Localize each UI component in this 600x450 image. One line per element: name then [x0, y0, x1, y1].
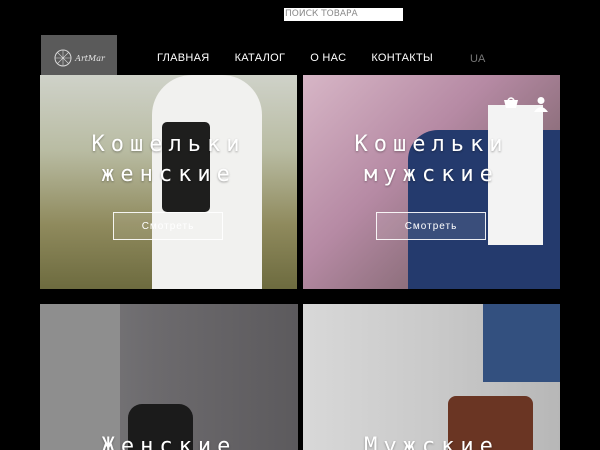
user-icon[interactable] [532, 95, 550, 113]
tile-title: Кошельки мужские [303, 130, 560, 190]
tile-title-line2: женские [101, 162, 236, 187]
tile-title-line1: Женские [101, 434, 237, 450]
main-nav: ГЛАВНАЯ КАТАЛОГ О НАС КОНТАКТЫ [157, 52, 433, 64]
view-button[interactable]: Смотреть [113, 212, 223, 240]
tile-title: Кошельки женские [40, 130, 297, 190]
tile-title: Женские [40, 432, 298, 450]
category-tile-mens[interactable]: Мужские [303, 304, 560, 450]
tile-image-sleeve [483, 304, 560, 382]
logo-mark: ArtMar [53, 48, 105, 68]
category-tile-womens-wallets[interactable]: Кошельки женские Смотреть [40, 75, 297, 289]
header-icons [502, 95, 550, 113]
tile-title-line1: Кошельки [91, 132, 246, 157]
logo-emblem-icon [54, 49, 72, 67]
category-tile-womens[interactable]: Женские [40, 304, 298, 450]
nav-item-home[interactable]: ГЛАВНАЯ [157, 52, 210, 64]
view-button[interactable]: Смотреть [376, 212, 486, 240]
search-input[interactable] [284, 8, 403, 21]
nav-item-about[interactable]: О НАС [310, 52, 346, 64]
tile-title-line2: мужские [364, 162, 499, 187]
language-switch[interactable]: UA [470, 53, 485, 65]
logo-text: ArtMar [75, 53, 105, 63]
tile-title: Мужские [303, 432, 560, 450]
tile-title-line1: Мужские [364, 434, 499, 450]
nav-item-catalog[interactable]: КАТАЛОГ [235, 52, 286, 64]
tile-title-line1: Кошельки [354, 132, 509, 157]
cart-icon[interactable] [502, 95, 520, 113]
nav-item-contacts[interactable]: КОНТАКТЫ [371, 52, 433, 64]
tile-image-wall [40, 304, 120, 450]
